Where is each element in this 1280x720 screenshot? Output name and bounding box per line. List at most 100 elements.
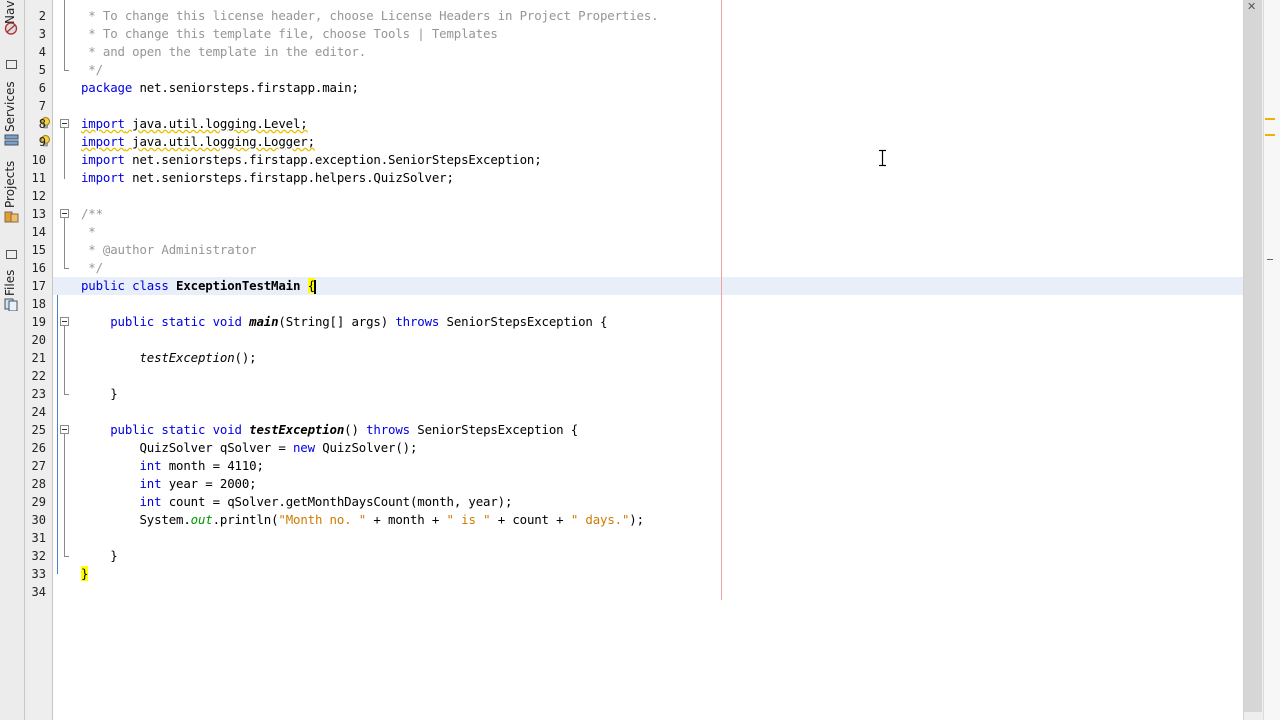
code-token: import [81, 152, 125, 167]
code-text[interactable]: * and open the template in the editor. [81, 43, 366, 61]
code-line[interactable]: 19 public static void main(String[] args… [32, 313, 1243, 331]
tab-navigator-label: Navigator [3, 0, 17, 24]
navigator-icon [4, 22, 18, 35]
code-line[interactable]: 10 import net.seniorsteps.firstapp.except… [32, 151, 1243, 169]
code-token: public static void [81, 314, 242, 329]
code-line[interactable]: 11 import net.seniorsteps.firstapp.helper… [32, 169, 1243, 187]
code-line[interactable]: 33} [32, 565, 1243, 583]
code-text[interactable]: import java.util.logging.Level; [81, 115, 308, 133]
code-token: import [81, 134, 125, 149]
pin-icon [6, 250, 17, 259]
code-line[interactable]: 6 package net.seniorsteps.firstapp.main; [39, 79, 1243, 97]
code-text[interactable]: public class ExceptionTestMain { [81, 277, 316, 295]
code-text[interactable]: int year = 2000; [81, 475, 256, 493]
code-line[interactable]: 4 * and open the template in the editor. [39, 43, 1243, 61]
code-line[interactable]: 12 [32, 187, 1243, 205]
code-text[interactable]: import net.seniorsteps.firstapp.exceptio… [81, 151, 542, 169]
code-token: net.seniorsteps.firstapp.helpers.QuizSol… [124, 170, 454, 185]
code-text[interactable]: public static void main(String[] args) t… [81, 313, 607, 331]
code-text[interactable]: */ [81, 61, 103, 79]
line-number: 9 [38, 135, 46, 149]
code-text[interactable]: } [81, 547, 117, 565]
code-text[interactable]: public static void testException() throw… [81, 421, 578, 439]
code-text[interactable]: testException(); [81, 349, 256, 367]
code-text[interactable]: } [81, 565, 88, 583]
line-number: 10 [31, 153, 46, 167]
code-line[interactable]: 18 [32, 295, 1243, 313]
code-text[interactable]: } [81, 385, 117, 403]
code-line[interactable]: 16 */ [32, 259, 1243, 277]
code-line[interactable]: 22 [32, 367, 1243, 385]
code-text[interactable]: * To change this template file, choose T… [81, 25, 498, 43]
code-line[interactable]: 27 int month = 4110; [32, 457, 1243, 475]
code-line[interactable]: 15 * @author Administrator [32, 241, 1243, 259]
line-number: 2 [38, 9, 46, 23]
code-line[interactable]: 31 [32, 529, 1243, 547]
code-text[interactable]: int month = 4110; [81, 457, 263, 475]
line-number: 30 [31, 513, 46, 527]
tab-navigator[interactable]: Navigator [0, 0, 24, 36]
side-panel-tabs: Navigator Services Projects Files [0, 0, 25, 720]
code-line[interactable]: 7 [39, 97, 1243, 115]
line-number: 18 [31, 297, 46, 311]
line-number: 23 [31, 387, 46, 401]
code-token: * To change this license header, choose … [81, 8, 659, 23]
line-number: 24 [31, 405, 46, 419]
close-icon[interactable]: ✕ [1247, 0, 1256, 13]
line-number: 16 [31, 261, 46, 275]
line-number: 25 [31, 423, 46, 437]
code-line[interactable]: 32 } [32, 547, 1243, 565]
code-line[interactable]: 30 System.out.println("Month no. " + mon… [32, 511, 1243, 529]
code-token: .println( [212, 512, 279, 527]
code-line[interactable]: 13 /** [32, 205, 1243, 223]
code-text[interactable]: * [81, 223, 95, 241]
code-token: * and open the template in the editor. [81, 44, 367, 59]
code-token: /** [81, 206, 103, 221]
code-text[interactable]: System.out.println("Month no. " + month … [81, 511, 644, 529]
code-line[interactable]: 28 int year = 2000; [32, 475, 1243, 493]
code-line[interactable]: 3 * To change this template file, choose… [39, 25, 1243, 43]
code-token: () [344, 422, 367, 437]
code-text[interactable]: * To change this license header, choose … [81, 7, 658, 25]
code-line[interactable]: 34 [32, 583, 1243, 601]
code-line[interactable]: 23 } [32, 385, 1243, 403]
tab-services-label: Services [3, 81, 17, 132]
code-text[interactable]: package net.seniorsteps.firstapp.main; [81, 79, 359, 97]
code-line[interactable]: 8 import java.util.logging.Level; [39, 115, 1243, 133]
code-line[interactable]: 29 int count = qSolver.getMonthDaysCount… [32, 493, 1243, 511]
line-number: 13 [31, 207, 46, 221]
tab-services[interactable]: Services [0, 56, 24, 152]
scrollbar-thumb[interactable] [1244, 0, 1262, 712]
code-line[interactable]: 24 [32, 403, 1243, 421]
code-token: java.util.logging.Level; [124, 116, 308, 131]
code-line[interactable]: 26 QuizSolver qSolver = new QuizSolver()… [32, 439, 1243, 457]
code-text[interactable]: /** [81, 205, 103, 223]
code-line[interactable]: 21 testException(); [32, 349, 1243, 367]
code-line[interactable]: 20 [32, 331, 1243, 349]
code-line[interactable]: 14 * [32, 223, 1243, 241]
code-text[interactable]: QuizSolver qSolver = new QuizSolver(); [81, 439, 417, 457]
code-text[interactable]: */ [81, 259, 103, 277]
code-token: import [81, 170, 125, 185]
pin-icon [6, 60, 17, 69]
code-text[interactable]: import java.util.logging.Logger; [81, 133, 315, 151]
tab-files[interactable]: Files [0, 244, 24, 320]
warning-stripe-mark[interactable] [1265, 134, 1275, 136]
code-token: " is " [446, 512, 491, 527]
code-token: import [81, 116, 125, 131]
tab-projects[interactable]: Projects [0, 152, 24, 230]
code-text[interactable]: * @author Administrator [81, 241, 256, 259]
error-stripe[interactable] [1263, 0, 1280, 720]
code-line[interactable]: 25 public static void testException() th… [32, 421, 1243, 439]
code-line[interactable]: 9 import java.util.logging.Logger; [39, 133, 1243, 151]
code-token: out [190, 512, 213, 527]
code-text[interactable]: int count = qSolver.getMonthDaysCount(mo… [81, 493, 512, 511]
code-line[interactable]: 17 public class ExceptionTestMain { [32, 277, 1243, 295]
ibeam-cursor-icon [879, 149, 886, 167]
code-editor[interactable]: 2 * To change this license header, choos… [32, 0, 1243, 720]
warning-stripe-mark[interactable] [1265, 118, 1275, 120]
code-text[interactable]: import net.seniorsteps.firstapp.helpers.… [81, 169, 454, 187]
code-token: ExceptionTestMain [176, 278, 301, 293]
code-line[interactable]: 2 * To change this license header, choos… [39, 7, 1243, 25]
code-line[interactable]: 5 */ [39, 61, 1243, 79]
